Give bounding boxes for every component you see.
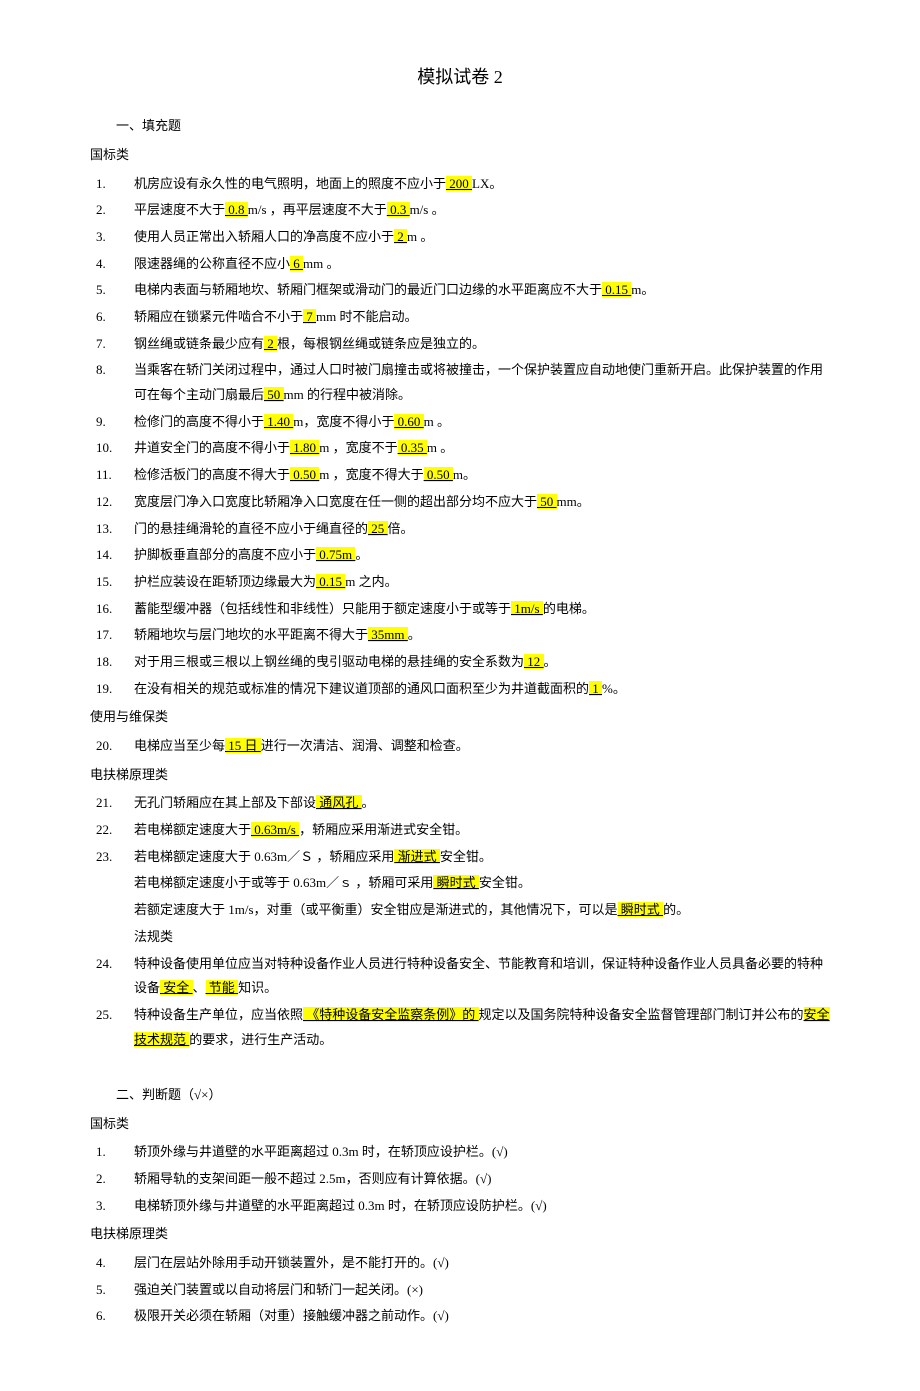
fill-q2: 2.平层速度不大于 0.8 m/s ，再平层速度不大于 0.3 m/s 。 bbox=[90, 198, 830, 223]
fill-q18: 18.对于用三根或三根以上钢丝绳的曳引驱动电梯的悬挂绳的安全系数为 12 。 bbox=[90, 650, 830, 675]
fill-q15: 15.护栏应装设在距轿顶边缘最大为 0.15 m 之内。 bbox=[90, 570, 830, 595]
fill-q23-sub1: 若电梯额定速度小于或等于 0.63m／ｓ ，轿厢可采用 瞬时式 安全钳。 bbox=[90, 871, 830, 896]
tf-q5: 5.强迫关门装置或以自动将层门和轿门一起关闭。(×) bbox=[90, 1278, 830, 1303]
fill-q16: 16.蓄能型缓冲器（包括线性和非线性）只能用于额定速度小于或等于 1m/s 的电… bbox=[90, 597, 830, 622]
fill-q20: 20.电梯应当至少每 15 日 进行一次清洁、润滑、调整和检查。 bbox=[90, 734, 830, 759]
fill-q23-sub3: 法规类 bbox=[90, 925, 830, 950]
fill-q7: 7.钢丝绳或链条最少应有 2 根，每根钢丝绳或链条应是独立的。 bbox=[90, 332, 830, 357]
tf-q4: 4.层门在层站外除用手动开锁装置外，是不能打开的。(√) bbox=[90, 1251, 830, 1276]
fill-q9: 9.检修门的高度不得小于 1.40 m，宽度不得小于 0.60 m 。 bbox=[90, 410, 830, 435]
category-shiyong: 使用与维保类 bbox=[90, 705, 830, 730]
fill-q17: 17.轿厢地坎与层门地坎的水平距离不得大于 35mm 。 bbox=[90, 623, 830, 648]
fill-q13: 13.门的悬挂绳滑轮的直径不应小于绳直径的 25 倍。 bbox=[90, 517, 830, 542]
fill-q24: 24.特种设备使用单位应当对特种设备作业人员进行特种设备安全、节能教育和培训，保… bbox=[90, 952, 830, 1001]
section-1-label: 一、填充题 bbox=[90, 114, 830, 139]
fill-q5: 5.电梯内表面与轿厢地坎、轿厢门框架或滑动门的最近门口边缘的水平距离应不大于 0… bbox=[90, 278, 830, 303]
fill-q23: 23.若电梯额定速度大于 0.63m／Ｓ ，轿厢应采用 渐进式 安全钳。 bbox=[90, 845, 830, 870]
category-dianfu: 电扶梯原理类 bbox=[90, 763, 830, 788]
fill-q23-sub2: 若额定速度大于 1m/s，对重（或平衡重）安全钳应是渐进式的，其他情况下，可以是… bbox=[90, 898, 830, 923]
fill-q11: 11.检修活板门的高度不得大于 0.50 m ，宽度不得大于 0.50 m。 bbox=[90, 463, 830, 488]
fill-q10: 10.井道安全门的高度不得小于 1.80 m ，宽度不于 0.35 m 。 bbox=[90, 436, 830, 461]
fill-q4: 4.限速器绳的公称直径不应小 6 mm 。 bbox=[90, 252, 830, 277]
section-2-label: 二、判断题（√×） bbox=[90, 1083, 830, 1108]
fill-q3: 3.使用人员正常出入轿厢人口的净高度不应小于 2 m 。 bbox=[90, 225, 830, 250]
fill-q14: 14.护脚板垂直部分的高度不应小于 0.75m 。 bbox=[90, 543, 830, 568]
tf-q1: 1.轿顶外缘与井道壁的水平距离超过 0.3m 时，在轿顶应设护栏。(√) bbox=[90, 1140, 830, 1165]
page-title: 模拟试卷 2 bbox=[90, 60, 830, 94]
fill-q12: 12.宽度层门净入口宽度比轿厢净入口宽度在任一侧的超出部分均不应大于 50 mm… bbox=[90, 490, 830, 515]
tf-q3: 3. 电梯轿顶外缘与井道壁的水平距离超过 0.3m 时，在轿顶应设防护栏。(√) bbox=[90, 1194, 830, 1219]
fill-q8: 8.当乘客在轿门关闭过程中，通过人口时被门扇撞击或将被撞击，一个保护装置应自动地… bbox=[90, 358, 830, 407]
category-guobiao: 国标类 bbox=[90, 143, 830, 168]
tf-q6: 6.极限开关必须在轿厢（对重）接触缓冲器之前动作。(√) bbox=[90, 1304, 830, 1329]
tf-q2: 2.轿厢导轨的支架间距一般不超过 2.5m，否则应有计算依据。(√) bbox=[90, 1167, 830, 1192]
fill-q21: 21.无孔门轿厢应在其上部及下部设 通风孔 。 bbox=[90, 791, 830, 816]
fill-q22: 22.若电梯额定速度大于 0.63m/s ，轿厢应采用渐进式安全钳。 bbox=[90, 818, 830, 843]
fill-q19: 19.在没有相关的规范或标准的情况下建议道顶部的通风口面积至少为井道截面积的 1… bbox=[90, 677, 830, 702]
category-guobiao-2: 国标类 bbox=[90, 1112, 830, 1137]
fill-q25: 25.特种设备生产单位，应当依照 《特种设备安全监察条例》的 规定以及国务院特种… bbox=[90, 1003, 830, 1052]
fill-q1: 1.机房应设有永久性的电气照明，地面上的照度不应小于 200 LX。 bbox=[90, 172, 830, 197]
fill-q6: 6.轿厢应在锁紧元件啮合不小于 7 mm 时不能启动。 bbox=[90, 305, 830, 330]
category-dianfu-2: 电扶梯原理类 bbox=[90, 1222, 830, 1247]
